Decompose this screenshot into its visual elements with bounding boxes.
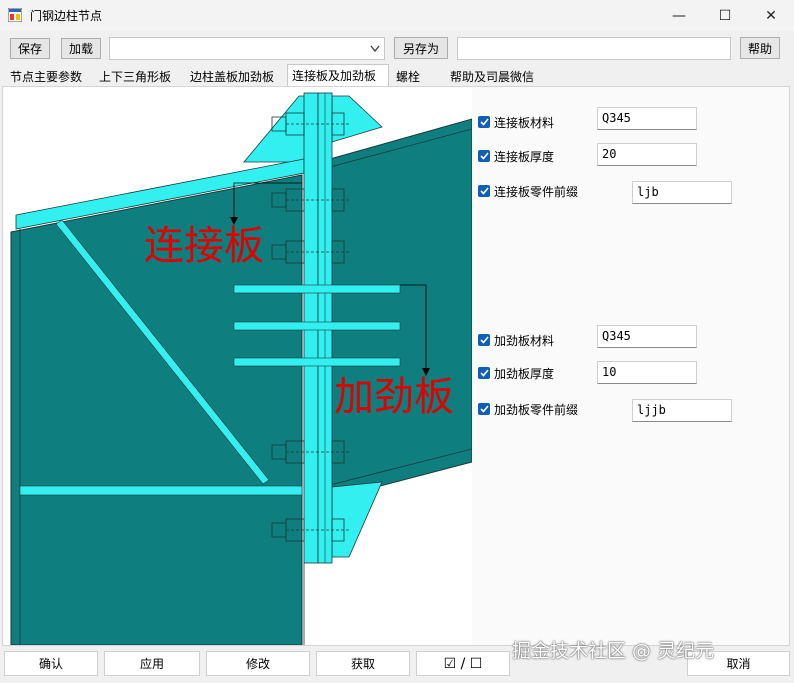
maximize-button[interactable]: ☐ (702, 0, 748, 31)
save-as-button[interactable]: 另存为 (394, 37, 448, 59)
connection-material-checkbox[interactable] (478, 116, 490, 128)
apply-button[interactable]: 应用 (104, 651, 200, 676)
tab-triangle-plates[interactable]: 上下三角形板 (95, 66, 175, 86)
checkmark-icon (479, 369, 489, 377)
tab-help-wechat[interactable]: 帮助及司晨微信 (446, 66, 538, 86)
checkmark-icon (479, 187, 489, 195)
checkmark-icon (479, 152, 489, 160)
modify-button[interactable]: 修改 (206, 651, 310, 676)
stiffener-thickness-checkbox[interactable] (478, 367, 490, 379)
stiffener-plate-2 (233, 321, 401, 331)
tab-bolts[interactable]: 螺栓 (392, 66, 424, 86)
checkmark-icon (479, 118, 489, 126)
connection-thickness-label: 连接板厚度 (494, 150, 555, 164)
tab-connection-stiffener[interactable]: 连接板及加劲板 (287, 64, 389, 86)
connection-material-label: 连接板材料 (494, 116, 555, 130)
tab-cover-stiffener[interactable]: 边柱盖板加劲板 (186, 66, 278, 86)
app-icon (8, 8, 22, 22)
tab-main-params[interactable]: 节点主要参数 (6, 66, 86, 86)
checkmark-icon (479, 405, 489, 413)
connection-thickness-checkbox[interactable] (478, 150, 490, 162)
stiffener-plate-3 (233, 357, 401, 367)
toggle-all-button[interactable]: ☑ / ☐ (416, 651, 510, 676)
stiffener-material-field[interactable]: Q345 (597, 325, 697, 348)
top-triangle-plate (243, 95, 311, 163)
stiffener-prefix-label: 加劲板零件前缀 (494, 403, 579, 417)
stiffener-label: 加劲板 (334, 374, 454, 420)
preset-select[interactable] (109, 37, 385, 60)
stiffener-prefix-checkbox[interactable] (478, 403, 490, 415)
ok-button[interactable]: 确认 (4, 651, 98, 676)
column-stiffener (19, 485, 303, 496)
stiffener-prefix-field[interactable]: ljjb (632, 399, 732, 422)
help-button[interactable]: 帮助 (740, 37, 780, 59)
get-button[interactable]: 获取 (316, 651, 410, 676)
connection-material-field[interactable]: Q345 (597, 107, 697, 130)
connection-prefix-label: 连接板零件前缀 (494, 185, 579, 199)
load-button[interactable]: 加载 (61, 38, 101, 59)
connection-thickness-field[interactable]: 20 (597, 143, 697, 166)
close-button[interactable]: ✕ (748, 0, 794, 31)
bottom-triangle-plate (331, 481, 383, 558)
minimize-button[interactable]: — (656, 0, 702, 31)
joint-drawing: 连接板 加劲板 (4, 87, 472, 645)
beam (329, 118, 472, 500)
connection-plate-label: 连接板 (144, 223, 264, 269)
save-button[interactable]: 保存 (10, 38, 50, 59)
chevron-down-icon (370, 45, 380, 53)
stiffener-plate-1 (233, 284, 401, 294)
stiffener-thickness-label: 加劲板厚度 (494, 367, 555, 381)
checkmark-icon (479, 336, 489, 344)
stiffener-thickness-field[interactable]: 10 (597, 361, 697, 384)
stiffener-material-checkbox[interactable] (478, 334, 490, 346)
stiffener-material-label: 加劲板材料 (494, 334, 555, 348)
connection-prefix-checkbox[interactable] (478, 185, 490, 197)
connection-prefix-field[interactable]: ljb (632, 181, 732, 204)
watermark: 掘金技术社区 @ 灵纪元 (512, 640, 715, 662)
window-title: 门钢边柱节点 (30, 9, 103, 23)
name-input[interactable] (457, 37, 731, 60)
